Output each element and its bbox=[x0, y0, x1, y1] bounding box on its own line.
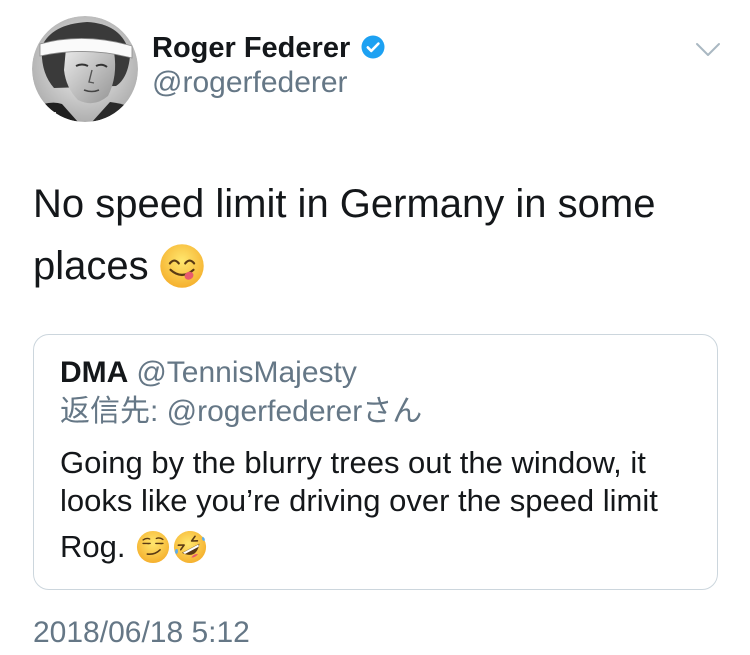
chevron-down-icon[interactable] bbox=[694, 40, 722, 60]
author-handle[interactable]: @rogerfederer bbox=[152, 65, 348, 101]
reply-to-label: 返信先: @rogerfedererさん bbox=[60, 395, 423, 428]
author-name-row: Roger Federer bbox=[152, 31, 385, 65]
quoted-text: looks like you’re driving over the speed… bbox=[60, 483, 658, 518]
verified-badge-icon bbox=[361, 35, 385, 58]
tweet-text: No speed limit in Germany in some places bbox=[33, 173, 655, 297]
author-name[interactable]: Roger Federer bbox=[152, 31, 350, 65]
tweet-line: places bbox=[33, 235, 655, 297]
quoted-text-line: looks like you’re driving over the speed… bbox=[60, 482, 658, 520]
tweet-timestamp: 2018/06/18 5:12 bbox=[33, 616, 250, 649]
quoted-author-name: DMA bbox=[60, 356, 129, 389]
quoted-author-handle: @TennisMajesty bbox=[136, 356, 357, 389]
tweet-line-text: No speed limit in Germany in some bbox=[33, 182, 656, 226]
quoted-text-line: Rog. bbox=[60, 528, 207, 566]
smirking-face-emoji bbox=[137, 530, 170, 564]
avatar[interactable] bbox=[32, 16, 138, 122]
rolling-on-the-floor-laughing-emoji bbox=[174, 530, 207, 564]
face-savoring-food-emoji bbox=[159, 244, 204, 288]
quoted-text: Rog. bbox=[60, 529, 126, 564]
quoted-text-line: Going by the blurry trees out the window… bbox=[60, 444, 646, 482]
tweet-line: No speed limit in Germany in some bbox=[33, 173, 655, 235]
quoted-tweet-header: DMA @TennisMajesty bbox=[60, 355, 357, 391]
tweet-line-text: places bbox=[33, 244, 149, 288]
quoted-tweet-card[interactable]: DMA @TennisMajesty 返信先: @rogerfedererさん G… bbox=[33, 334, 718, 590]
quoted-text: Going by the blurry trees out the window… bbox=[60, 445, 646, 480]
